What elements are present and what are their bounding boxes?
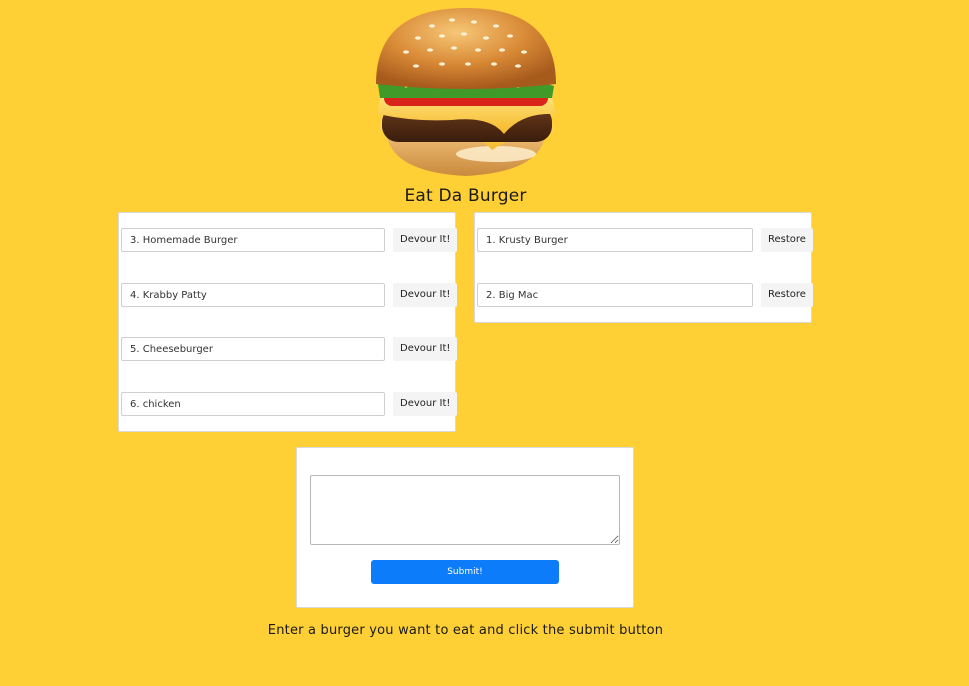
- instructions-text: Enter a burger you want to eat and click…: [267, 623, 664, 638]
- uneaten-burgers-panel: 3. Homemade Burger Devour It! 4. Krabby …: [118, 212, 458, 432]
- burger-row: 5. Cheeseburger Devour It!: [119, 337, 458, 363]
- burger-logo: [376, 8, 556, 176]
- devoured-burgers-panel: 1. Krusty Burger Restore 2. Big Mac Rest…: [474, 212, 813, 323]
- burger-name-field: 6. chicken: [121, 392, 385, 416]
- burger-name-field: 4. Krabby Patty: [121, 283, 385, 307]
- page-title: Eat Da Burger: [404, 186, 527, 206]
- burger-row: 2. Big Mac Restore: [475, 283, 813, 309]
- burger-row: 4. Krabby Patty Devour It!: [119, 283, 458, 309]
- restore-button[interactable]: Restore: [761, 228, 813, 252]
- burger-name-field: 5. Cheeseburger: [121, 337, 385, 361]
- burger-name-field: 1. Krusty Burger: [477, 228, 753, 252]
- devour-button[interactable]: Devour It!: [393, 283, 458, 307]
- burger-row: 1. Krusty Burger Restore: [475, 228, 813, 254]
- add-burger-form: Submit!: [296, 447, 634, 608]
- burger-row: 3. Homemade Burger Devour It!: [119, 228, 458, 254]
- burger-name-textarea[interactable]: [310, 475, 620, 545]
- devour-button[interactable]: Devour It!: [393, 337, 458, 361]
- burger-name-field: 2. Big Mac: [477, 283, 753, 307]
- submit-button[interactable]: Submit!: [371, 560, 559, 584]
- devour-button[interactable]: Devour It!: [393, 228, 458, 252]
- devour-button[interactable]: Devour It!: [393, 392, 458, 416]
- burger-row: 6. chicken Devour It!: [119, 392, 458, 418]
- restore-button[interactable]: Restore: [761, 283, 813, 307]
- burger-name-field: 3. Homemade Burger: [121, 228, 385, 252]
